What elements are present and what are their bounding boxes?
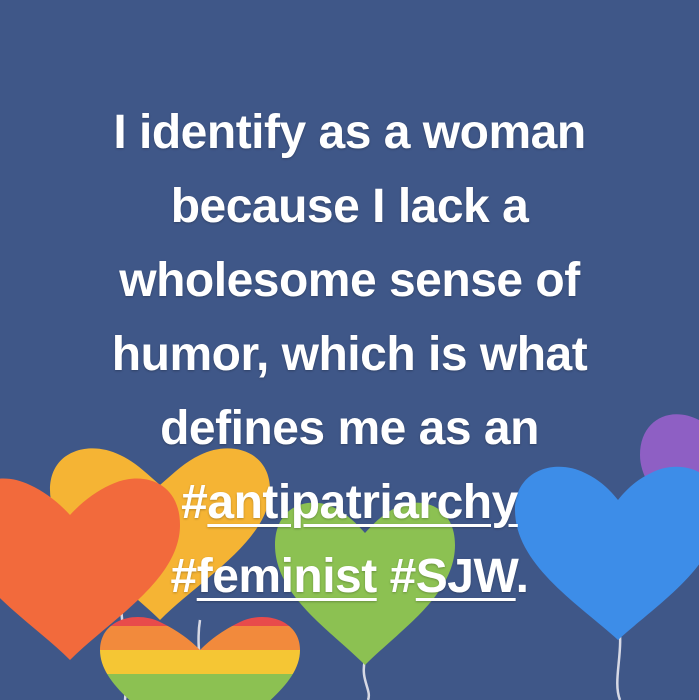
post-line: because I lack a [170, 180, 529, 233]
balloon-string [362, 659, 371, 700]
hashtag-line: #feminist #SJW. [20, 540, 679, 614]
post-line: defines me as an [160, 402, 539, 455]
post-line: humor, which is what [111, 328, 588, 381]
hash-symbol: # [181, 476, 208, 529]
hashtag-line: #antipatriarchy [20, 466, 679, 540]
hashtag-antipatriarchy[interactable]: #antipatriarchy [181, 476, 518, 529]
hash-symbol: # [170, 550, 198, 603]
hashtag-word: antipatriarchy [207, 476, 518, 529]
hashtag-sjw[interactable]: #SJW [389, 550, 517, 603]
hash-symbol: # [389, 550, 417, 603]
post-line: wholesome sense of [119, 254, 580, 307]
end-punctuation: . [515, 550, 529, 603]
hashtag-feminist[interactable]: #feminist [170, 550, 378, 603]
hashtag-word: feminist [196, 550, 378, 603]
post-message: I identify as a woman because I lack a w… [20, 96, 679, 614]
facebook-text-post: I identify as a woman because I lack a w… [0, 0, 699, 700]
post-line: I identify as a woman [113, 106, 586, 159]
rainbow-heart-balloon [100, 617, 300, 700]
hashtag-word: SJW [415, 550, 516, 603]
